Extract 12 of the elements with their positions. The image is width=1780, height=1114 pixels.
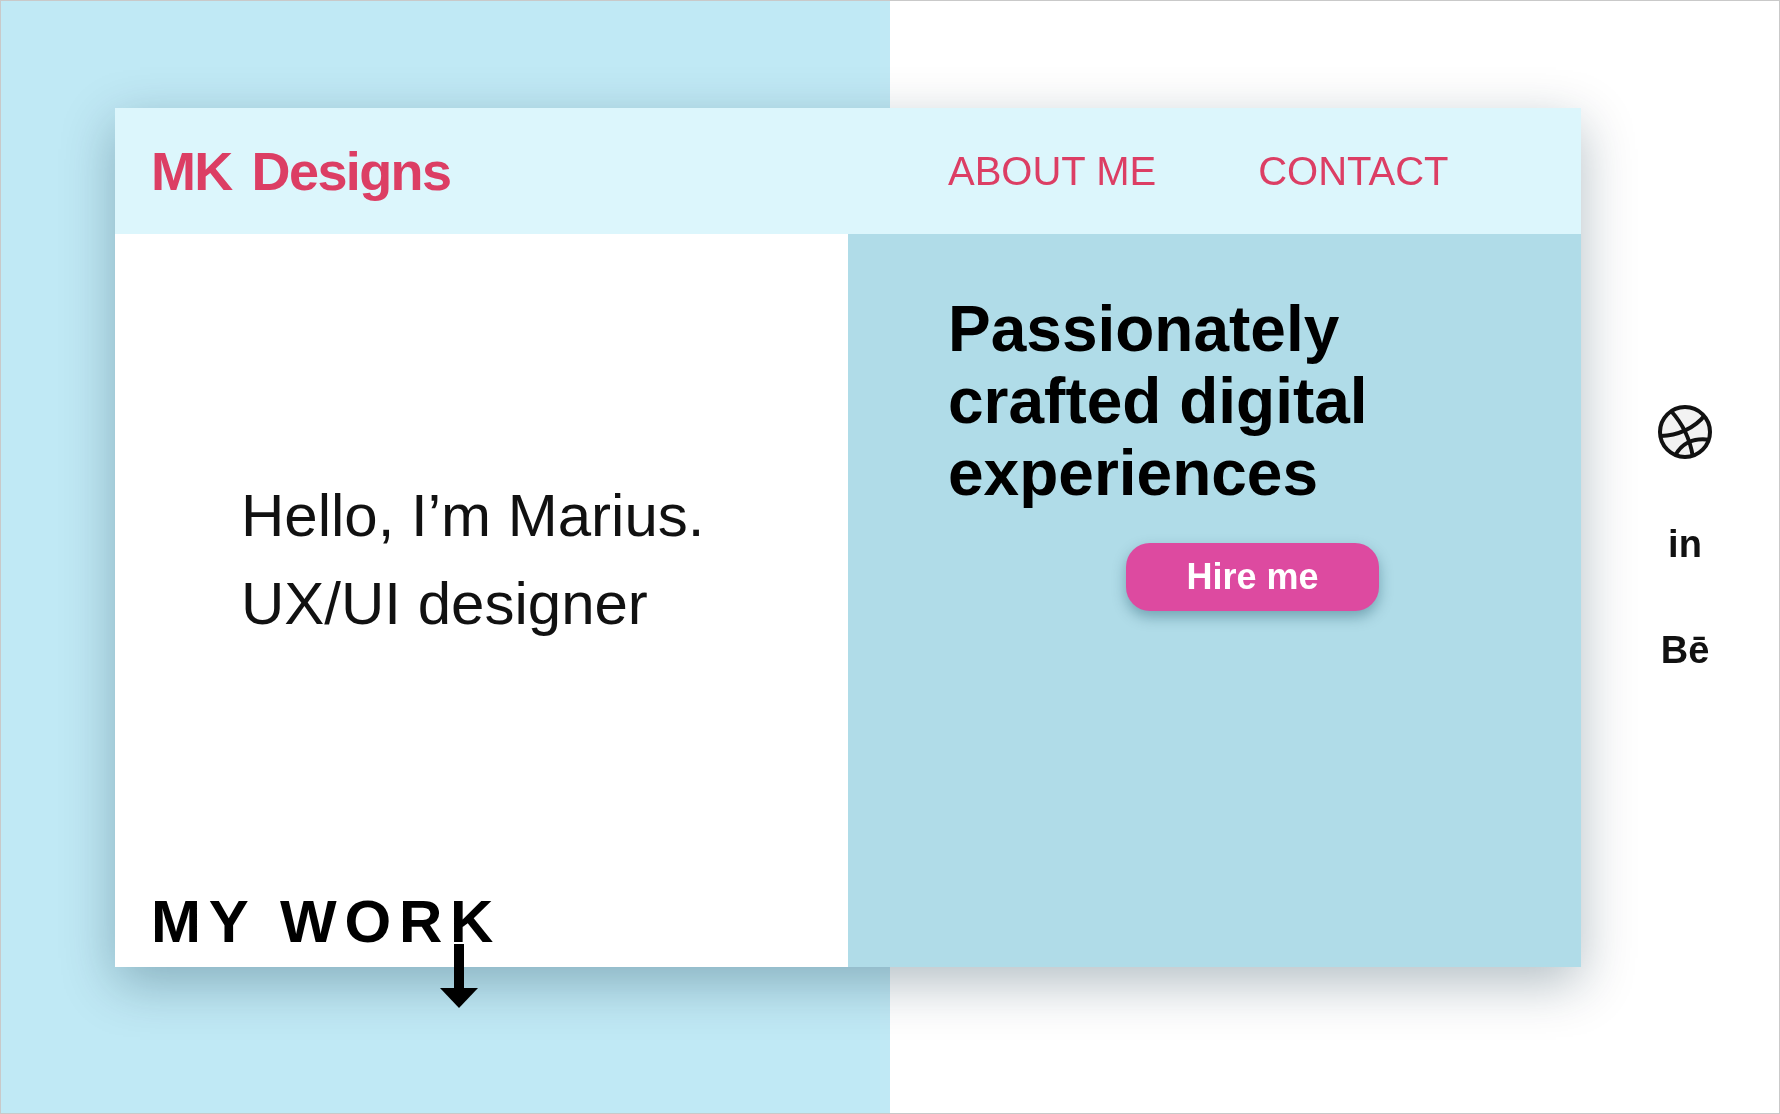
headline: Passionately crafted digital experiences [948,293,1369,509]
intro-text: UX/UI designer [241,569,649,639]
section-heading: MY WORK [151,896,502,948]
social-link[interactable]: in [1668,522,1702,566]
nav-link[interactable]: CONTACT [1258,147,1449,195]
intro-text: Hello, I’m Marius. [241,481,706,551]
down-arrow-icon [440,944,479,1008]
site-logo: MK Designs [151,140,451,202]
social-link[interactable]: Bē [1660,628,1710,672]
ball-icon[interactable] [1657,404,1713,460]
nav-link[interactable]: ABOUT ME [948,147,1157,195]
hire-button[interactable]: Hire me [1126,543,1379,611]
